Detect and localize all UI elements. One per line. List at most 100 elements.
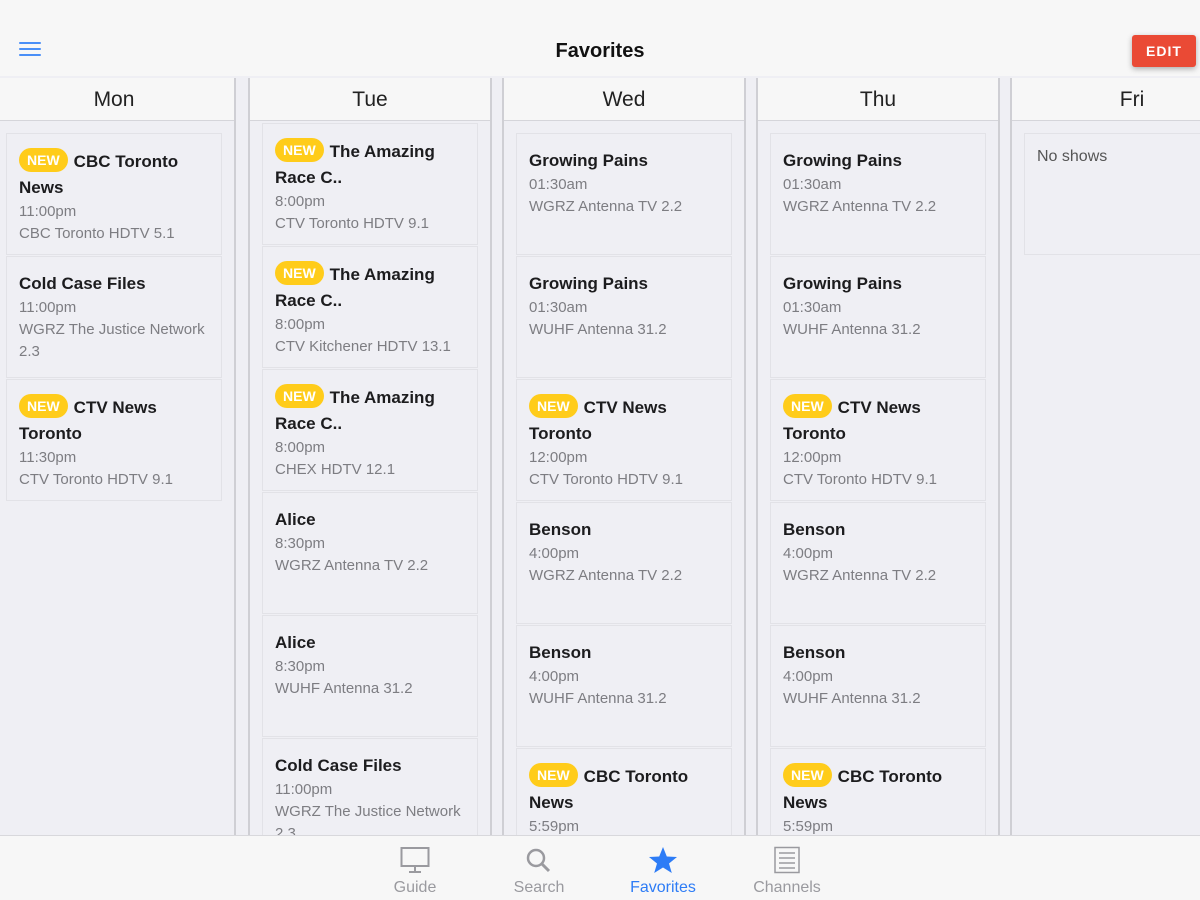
show-channel: CBC Toronto HDTV 5.1 bbox=[19, 225, 175, 242]
show-title-text: Benson bbox=[529, 520, 592, 539]
tab-bar: Guide Search Favorites Channels bbox=[0, 835, 1200, 900]
show-time: 12:00pm bbox=[783, 449, 842, 466]
show-title-text: Benson bbox=[529, 643, 592, 662]
show-card[interactable]: Growing Pains 01:30am WGRZ Antenna TV 2.2 bbox=[770, 133, 986, 255]
show-title: Growing Pains bbox=[529, 271, 719, 297]
show-title-text: Benson bbox=[783, 520, 846, 539]
tab-channels-label: Channels bbox=[753, 879, 821, 896]
show-time: 8:30pm bbox=[275, 535, 326, 552]
day-header: Wed bbox=[504, 78, 744, 121]
show-channel: CTV Toronto HDTV 9.1 bbox=[529, 471, 683, 488]
show-card[interactable]: Benson 4:00pm WGRZ Antenna TV 2.2 bbox=[770, 502, 986, 624]
show-time: 01:30am bbox=[529, 176, 588, 193]
show-channel: CTV Toronto HDTV 9.1 bbox=[19, 471, 173, 488]
new-badge: NEW bbox=[529, 763, 578, 787]
tab-channels[interactable]: Channels bbox=[732, 836, 842, 900]
show-card[interactable]: Cold Case Files 11:00pm WGRZ The Justice N… bbox=[262, 738, 478, 835]
day-column-wed: Wed Growing Pains 01:30am WGRZ Antenna TV 2… bbox=[502, 78, 746, 835]
show-title-text: Growing Pains bbox=[783, 274, 903, 293]
show-channel: WGRZ Antenna TV 2.2 bbox=[529, 198, 683, 215]
show-title: NEW CTV News Toronto bbox=[783, 394, 973, 447]
show-title: NEW CBC Toronto News bbox=[783, 763, 973, 816]
page-title: Favorites bbox=[555, 40, 645, 62]
new-badge: NEW bbox=[783, 763, 832, 787]
show-channel: CTV Toronto HDTV 9.1 bbox=[783, 471, 937, 488]
show-title: Alice bbox=[275, 630, 465, 656]
tab-guide[interactable]: Guide bbox=[360, 836, 470, 900]
day-header: Fri bbox=[1012, 78, 1200, 121]
show-title: Cold Case Files bbox=[275, 753, 465, 779]
show-card[interactable]: Benson 4:00pm WUHF Antenna 31.2 bbox=[770, 625, 986, 747]
show-list: NEW The Amazing Race C.. 8:00pm CTV Toronto… bbox=[262, 123, 478, 835]
show-channel: WUHF Antenna 31.2 bbox=[529, 321, 667, 338]
show-time: 11:30pm bbox=[19, 449, 77, 466]
show-time: 01:30am bbox=[783, 176, 842, 193]
show-card[interactable]: NEW CBC Toronto News 5:59pm bbox=[770, 748, 986, 835]
show-card[interactable]: Alice 8:30pm WGRZ Antenna TV 2.2 bbox=[262, 492, 478, 614]
show-list: Growing Pains 01:30am WGRZ Antenna TV 2.2 G… bbox=[770, 133, 986, 835]
edit-button[interactable]: EDIT bbox=[1132, 35, 1196, 67]
show-channel: WGRZ Antenna TV 2.2 bbox=[529, 567, 683, 584]
show-title: Benson bbox=[783, 517, 973, 543]
show-card[interactable]: NEW CBC Toronto News 11:00pm CBC Toronto HD… bbox=[6, 133, 222, 255]
show-title-text: Alice bbox=[275, 510, 316, 529]
show-card[interactable]: NEW CBC Toronto News 5:59pm bbox=[516, 748, 732, 835]
show-card[interactable]: Growing Pains 01:30am WUHF Antenna 31.2 bbox=[770, 256, 986, 378]
show-channel: WGRZ Antenna TV 2.2 bbox=[783, 198, 937, 215]
show-channel: WUHF Antenna 31.2 bbox=[275, 680, 413, 697]
show-card[interactable]: NEW CTV News Toronto 11:30pm CTV Toronto HD… bbox=[6, 379, 222, 501]
show-card[interactable]: NEW The Amazing Race C.. 8:00pm CTV Toronto… bbox=[262, 123, 478, 245]
show-title-text: Growing Pains bbox=[783, 151, 903, 170]
show-card[interactable]: NEW CTV News Toronto 12:00pm CTV Toronto HD… bbox=[516, 379, 732, 501]
day-header: Mon bbox=[0, 78, 234, 121]
show-card[interactable]: Cold Case Files 11:00pm WGRZ The Justice N… bbox=[6, 256, 222, 378]
new-badge: NEW bbox=[19, 394, 68, 418]
tab-guide-label: Guide bbox=[393, 879, 437, 896]
show-title: NEW The Amazing Race C.. bbox=[275, 384, 465, 437]
show-card[interactable]: NEW CTV News Toronto 12:00pm CTV Toronto HD… bbox=[770, 379, 986, 501]
day-header: Tue bbox=[250, 78, 490, 121]
show-time: 4:00pm bbox=[783, 668, 834, 685]
tab-favorites[interactable]: Favorites bbox=[608, 836, 718, 900]
show-channel: WGRZ The Justice Network 2.3 bbox=[19, 321, 205, 360]
show-time: 5:59pm bbox=[783, 818, 834, 835]
show-card[interactable]: Benson 4:00pm WGRZ Antenna TV 2.2 bbox=[516, 502, 732, 624]
tab-search-label: Search bbox=[513, 879, 565, 896]
new-badge: NEW bbox=[19, 148, 68, 172]
show-card[interactable]: Growing Pains 01:30am WUHF Antenna 31.2 bbox=[516, 256, 732, 378]
show-channel: WGRZ Antenna TV 2.2 bbox=[275, 557, 429, 574]
show-time: 11:00pm bbox=[19, 203, 77, 220]
show-card[interactable]: Benson 4:00pm WUHF Antenna 31.2 bbox=[516, 625, 732, 747]
show-title: Growing Pains bbox=[783, 148, 973, 174]
show-card[interactable]: NEW The Amazing Race C.. 8:00pm CHEX HDTV 1… bbox=[262, 369, 478, 491]
show-time: 8:00pm bbox=[275, 439, 326, 456]
show-card[interactable]: Alice 8:30pm WUHF Antenna 31.2 bbox=[262, 615, 478, 737]
show-time: 12:00pm bbox=[529, 449, 588, 466]
show-time: 4:00pm bbox=[529, 545, 580, 562]
new-badge: NEW bbox=[275, 138, 324, 162]
day-column-tue: Tue NEW The Amazing Race C.. 8:00pm CTV Toro… bbox=[248, 78, 492, 835]
show-time: 11:00pm bbox=[19, 299, 77, 316]
show-channel: WGRZ The Justice Network 2.3 bbox=[275, 803, 461, 835]
no-shows-text: No shows bbox=[1037, 148, 1108, 165]
day-column-thu: Thu Growing Pains 01:30am WGRZ Antenna TV 2… bbox=[756, 78, 1000, 835]
show-card[interactable]: Growing Pains 01:30am WGRZ Antenna TV 2.2 bbox=[516, 133, 732, 255]
show-title: Growing Pains bbox=[783, 271, 973, 297]
tab-search[interactable]: Search bbox=[484, 836, 594, 900]
show-title-text: Cold Case Files bbox=[275, 756, 402, 775]
show-time: 8:00pm bbox=[275, 316, 326, 333]
show-title-text: Growing Pains bbox=[529, 274, 649, 293]
show-title: Growing Pains bbox=[529, 148, 719, 174]
new-badge: NEW bbox=[529, 394, 578, 418]
show-title: NEW The Amazing Race C.. bbox=[275, 138, 465, 191]
show-time: 4:00pm bbox=[783, 545, 834, 562]
new-badge: NEW bbox=[275, 384, 324, 408]
tab-favorites-label: Favorites bbox=[630, 879, 696, 896]
show-title-text: Benson bbox=[783, 643, 846, 662]
show-time: 5:59pm bbox=[529, 818, 580, 835]
show-time: 8:30pm bbox=[275, 658, 326, 675]
show-channel: CTV Toronto HDTV 9.1 bbox=[275, 215, 429, 232]
show-list: Growing Pains 01:30am WGRZ Antenna TV 2.2 G… bbox=[516, 133, 732, 835]
show-card[interactable]: NEW The Amazing Race C.. 8:00pm CTV Kitchen… bbox=[262, 246, 478, 368]
show-title-text: Cold Case Files bbox=[19, 274, 146, 293]
